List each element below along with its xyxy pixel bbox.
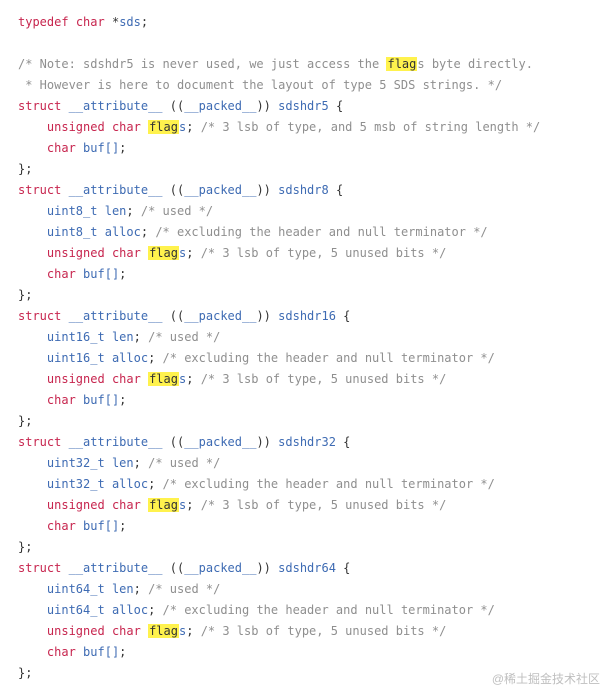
- kw-unsigned: unsigned: [47, 246, 105, 260]
- kw-char: char: [112, 624, 141, 638]
- field-len: len: [112, 330, 134, 344]
- kw-struct: struct: [18, 309, 61, 323]
- field-buf: buf[]: [83, 645, 119, 659]
- kw-unsigned: unsigned: [47, 624, 105, 638]
- highlight-flag: flag: [148, 498, 179, 512]
- field-alloc: alloc: [112, 477, 148, 491]
- type-uint: uint32_t: [47, 456, 105, 470]
- comment-used: /* used */: [148, 582, 220, 596]
- code-block: typedef char *sds; /* Note: sdshdr5 is n…: [18, 12, 596, 684]
- field-buf: buf[]: [83, 141, 119, 155]
- kw-char: char: [47, 141, 76, 155]
- highlight-flag: flag: [148, 372, 179, 386]
- field-buf: buf[]: [83, 519, 119, 533]
- attr: __attribute__: [69, 309, 163, 323]
- field-flags: flags: [148, 246, 186, 260]
- kw-char: char: [76, 15, 105, 29]
- kw-char: char: [112, 246, 141, 260]
- packed: __packed__: [184, 435, 256, 449]
- kw-struct: struct: [18, 561, 61, 575]
- type-uint: uint64_t: [47, 603, 105, 617]
- type-uint: uint64_t: [47, 582, 105, 596]
- attr: __attribute__: [69, 183, 163, 197]
- kw-unsigned: unsigned: [47, 120, 105, 134]
- struct-name: sdshdr16: [278, 309, 336, 323]
- highlight-flag: flag: [148, 246, 179, 260]
- field-flags: flags: [148, 372, 186, 386]
- type-uint: uint8_t: [47, 204, 98, 218]
- semi: ;: [141, 15, 148, 29]
- highlight-flag: flag: [386, 57, 417, 71]
- comment-flags: /* 3 lsb of type, 5 unused bits */: [201, 498, 447, 512]
- type-uint: uint8_t: [47, 225, 98, 239]
- comment-note-1: /* Note: sdshdr5 is never used, we just …: [18, 57, 533, 71]
- kw-char: char: [47, 267, 76, 281]
- field-flags: flags: [148, 624, 186, 638]
- type-uint: uint16_t: [47, 351, 105, 365]
- packed: __packed__: [184, 183, 256, 197]
- kw-struct: struct: [18, 183, 61, 197]
- struct-name: sdshdr5: [278, 99, 329, 113]
- attr: __attribute__: [69, 99, 163, 113]
- kw-struct: struct: [18, 99, 61, 113]
- type-uint: uint32_t: [47, 477, 105, 491]
- comment-used: /* used */: [141, 204, 213, 218]
- packed: __packed__: [184, 561, 256, 575]
- struct-name: sdshdr8: [278, 183, 329, 197]
- kw-char: char: [112, 498, 141, 512]
- kw-char: char: [112, 120, 141, 134]
- brace-close: };: [18, 162, 32, 176]
- field-len: len: [112, 456, 134, 470]
- type-sds: sds: [119, 15, 141, 29]
- kw-char: char: [112, 372, 141, 386]
- field-buf: buf[]: [83, 393, 119, 407]
- comment-flags: /* 3 lsb of type, 5 unused bits */: [201, 246, 447, 260]
- packed: __packed__: [184, 99, 256, 113]
- comment-alloc: /* excluding the header and null termina…: [163, 603, 495, 617]
- struct-name: sdshdr64: [278, 561, 336, 575]
- kw-unsigned: unsigned: [47, 498, 105, 512]
- highlight-flag: flag: [148, 120, 179, 134]
- struct-name: sdshdr32: [278, 435, 336, 449]
- attr: __attribute__: [69, 561, 163, 575]
- comment-used: /* used */: [148, 330, 220, 344]
- kw-char: char: [47, 393, 76, 407]
- field-alloc: alloc: [112, 603, 148, 617]
- comment-flags: /* 3 lsb of type, 5 unused bits */: [201, 624, 447, 638]
- field-alloc: alloc: [105, 225, 141, 239]
- attr: __attribute__: [69, 435, 163, 449]
- brace-close: };: [18, 540, 32, 554]
- field-len: len: [105, 204, 127, 218]
- kw-char: char: [47, 645, 76, 659]
- kw-unsigned: unsigned: [47, 372, 105, 386]
- comment-flags5: /* 3 lsb of type, and 5 msb of string le…: [201, 120, 541, 134]
- comment-alloc: /* excluding the header and null termina…: [155, 225, 487, 239]
- field-alloc: alloc: [112, 351, 148, 365]
- brace-close: };: [18, 288, 32, 302]
- kw-char: char: [47, 519, 76, 533]
- comment-flags: /* 3 lsb of type, 5 unused bits */: [201, 372, 447, 386]
- field-flags: flags: [148, 120, 186, 134]
- field-len: len: [112, 582, 134, 596]
- comment-used: /* used */: [148, 456, 220, 470]
- type-uint: uint16_t: [47, 330, 105, 344]
- comment-alloc: /* excluding the header and null termina…: [163, 351, 495, 365]
- comment-alloc: /* excluding the header and null termina…: [163, 477, 495, 491]
- kw-struct: struct: [18, 435, 61, 449]
- comment-note-2: * However is here to document the layout…: [18, 78, 502, 92]
- packed: __packed__: [184, 309, 256, 323]
- field-buf: buf[]: [83, 267, 119, 281]
- brace-close: };: [18, 414, 32, 428]
- highlight-flag: flag: [148, 624, 179, 638]
- field-flags: flags: [148, 498, 186, 512]
- kw-typedef: typedef: [18, 15, 69, 29]
- brace-close: };: [18, 666, 32, 680]
